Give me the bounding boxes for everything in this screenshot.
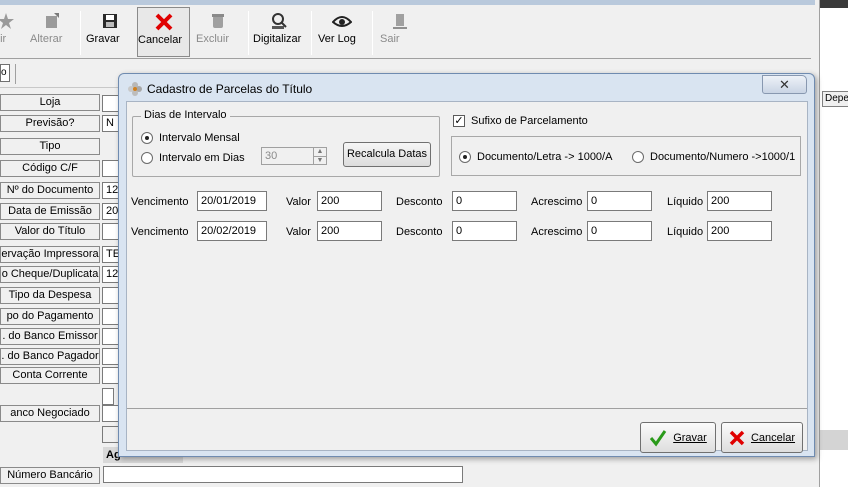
label-cheque: o Cheque/Duplicata (0, 266, 100, 283)
cancel-icon (155, 13, 172, 31)
radio-documento-numero[interactable]: Documento/Numero ->1000/1 (632, 151, 795, 163)
acrescimo-label: Acrescimo (531, 196, 583, 208)
desconto-label: Desconto (396, 196, 443, 208)
dialog-footer: Gravar Cancelar (127, 408, 807, 453)
toolbar-separator (80, 11, 81, 55)
label-impressora: ervação Impressora (0, 246, 100, 263)
desconto-label: Desconto (396, 226, 443, 238)
dialog-cancelar-button[interactable]: Cancelar (721, 422, 803, 453)
label-loja: Loja (0, 94, 100, 111)
flower-icon (128, 82, 142, 96)
valor-label: Valor (286, 196, 311, 208)
checkmark-icon (650, 429, 667, 446)
toolbar-separator (248, 11, 249, 55)
vencimento-label: Vencimento (131, 226, 189, 238)
vencimento-input[interactable]: 20/02/2019 (197, 221, 267, 241)
label-emissao: Data de Emissão (0, 203, 100, 220)
label-banco-emissor: . do Banco Emissor (0, 328, 100, 345)
label-conta-corrente: Conta Corrente (0, 367, 100, 384)
liquido-label: Líquido (667, 226, 704, 238)
radio-intervalo-mensal[interactable]: Intervalo Mensal (141, 132, 240, 144)
star-icon (0, 13, 14, 29)
subbar-separator (15, 64, 16, 84)
acrescimo-input[interactable]: 0 (587, 221, 652, 241)
dialog-body: Dias de Intervalo Intervalo Mensal Inter… (126, 101, 808, 453)
label-tipo: Tipo (0, 138, 100, 155)
desconto-input[interactable]: 0 (452, 191, 517, 211)
stepper-up-icon[interactable]: ▲ (313, 148, 326, 156)
label-codigo: Código C/F (0, 160, 100, 177)
small-field[interactable]: o (0, 64, 10, 82)
excluir-button[interactable]: Excluir (196, 7, 240, 57)
recalcula-datas-button[interactable]: Recalcula Datas (343, 142, 431, 167)
valor-label: Valor (286, 226, 311, 238)
stepper-down-icon[interactable]: ▼ (313, 156, 326, 164)
radio-intervalo-dias[interactable]: Intervalo em Dias (141, 152, 245, 164)
toolbar-separator (311, 11, 312, 55)
radio-dot (459, 151, 471, 163)
cancelar-button[interactable]: Cancelar (137, 7, 190, 57)
parcelas-dialog: Cadastro de Parcelas do Título ✕ Dias de… (118, 73, 815, 457)
valor-input[interactable]: 200 (317, 221, 382, 241)
ver-log-button[interactable]: Ver Log (318, 7, 366, 57)
liquido-label: Líquido (667, 196, 704, 208)
label-numero-bancario: Número Bancário (0, 467, 100, 484)
checkmark-icon: ✓ (453, 115, 465, 127)
vencimento-input[interactable]: 20/01/2019 (197, 191, 267, 211)
right-panel-grey (820, 430, 848, 450)
exit-icon (393, 14, 407, 29)
close-icon: ✕ (779, 77, 790, 92)
dialog-title: Cadastro de Parcelas do Título (147, 82, 313, 96)
digitalizar-button[interactable]: Digitalizar (253, 7, 305, 57)
liquido-input[interactable]: 200 (707, 191, 772, 211)
vencimento-label: Vencimento (131, 196, 189, 208)
gravar-button[interactable]: Gravar (86, 7, 134, 57)
alterar-button[interactable]: Alterar (30, 7, 74, 57)
valor-input[interactable]: 200 (317, 191, 382, 211)
right-panel-top (820, 0, 848, 8)
sufixo-checkbox[interactable]: ✓ Sufixo de Parcelamento (453, 115, 588, 127)
close-button[interactable]: ✕ (762, 75, 807, 94)
save-icon (103, 14, 117, 28)
dialog-gravar-button[interactable]: Gravar (640, 422, 716, 453)
edit-icon (46, 13, 59, 28)
days-stepper[interactable]: 30 ▲ ▼ (261, 147, 327, 165)
main-toolbar: uir Alterar Gravar Cancelar Excluir Digi… (0, 5, 811, 59)
scan-icon (272, 13, 287, 29)
interval-group-legend: Dias de Intervalo (141, 109, 230, 121)
label-pagamento: po do Pagamento (0, 308, 100, 325)
checkbox-stub[interactable] (102, 388, 114, 405)
grid-header-depe[interactable]: Depe (822, 91, 848, 107)
cancel-icon (729, 430, 745, 445)
eye-icon (332, 16, 352, 27)
label-previsao: Previsão? (0, 115, 100, 132)
right-panel: Depe (819, 0, 848, 487)
desconto-input[interactable]: 0 (452, 221, 517, 241)
radio-documento-letra[interactable]: Documento/Letra -> 1000/A (459, 151, 612, 163)
label-banco-pagador: . do Banco Pagador (0, 348, 100, 365)
radio-dot (141, 132, 153, 144)
label-banco-negociado: anco Negociado (0, 405, 100, 422)
toolbar-separator (372, 11, 373, 55)
numero-bancario-input[interactable] (103, 466, 463, 483)
radio-dot (141, 152, 153, 164)
label-despesa: Tipo da Despesa (0, 287, 100, 304)
liquido-input[interactable]: 200 (707, 221, 772, 241)
label-valor: Valor do Título (0, 223, 100, 240)
radio-dot (632, 151, 644, 163)
label-documento: Nº do Documento (0, 182, 100, 199)
incluir-button[interactable]: uir (0, 7, 18, 57)
delete-icon (212, 14, 224, 28)
acrescimo-label: Acrescimo (531, 226, 583, 238)
acrescimo-input[interactable]: 0 (587, 191, 652, 211)
sair-button[interactable]: Sair (380, 7, 420, 57)
